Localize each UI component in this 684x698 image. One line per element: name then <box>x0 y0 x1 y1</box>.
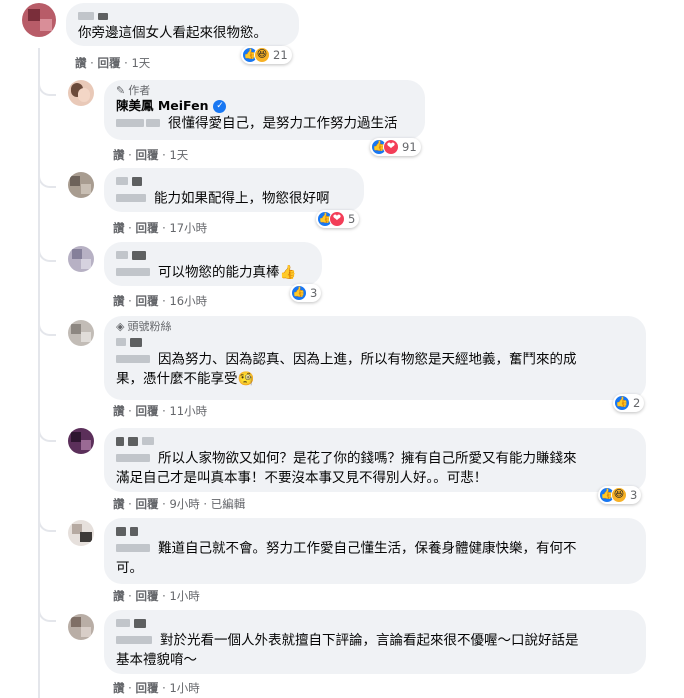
comment-text: 難道自己就不會。努力工作愛自己懂生活，保養身體健康快樂，有何不 <box>158 540 577 557</box>
like-button[interactable]: 讚 <box>113 589 125 603</box>
comment-bubble: 你旁邊這個女人看起來很物慾。 <box>66 3 299 46</box>
comment-text: 因為努力、因為認真、因為上進，所以有物慾是天經地義，奮鬥來的成 <box>158 351 577 368</box>
timestamp[interactable]: 9小時 <box>169 497 199 511</box>
timestamp[interactable]: 16小時 <box>169 294 207 308</box>
like-button[interactable]: 讚 <box>113 404 125 418</box>
reaction-summary[interactable]: 👍 2 <box>613 394 645 412</box>
comment-author[interactable] <box>116 433 634 449</box>
avatar[interactable] <box>68 246 94 272</box>
comment-author[interactable]: 陳美鳳 MeiFen ✓ <box>116 98 413 114</box>
like-button[interactable]: 讚 <box>113 294 125 308</box>
reaction-summary[interactable]: 👍 😆 3 <box>598 486 642 504</box>
comment-author[interactable] <box>116 173 352 189</box>
comment-bubble: 難道自己就不會。努力工作愛自己懂生活，保養身體健康快樂，有何不 可。 <box>104 518 646 584</box>
comment-actions: 讚 · 回覆 · 1小時 <box>113 681 200 695</box>
reaction-count: 2 <box>633 396 641 410</box>
reply-button[interactable]: 回覆 <box>135 589 158 603</box>
thread-connector <box>38 314 56 336</box>
love-icon: ❤ <box>383 139 399 155</box>
edited-label: 已編輯 <box>210 497 246 511</box>
comment-actions: 讚 · 回覆 · 1天 <box>75 56 151 70</box>
comment-author[interactable] <box>116 523 634 539</box>
comment-actions: 讚 · 回覆 · 16小時 <box>113 294 208 308</box>
like-icon: 👍 <box>614 395 630 411</box>
comment-bubble: 所以人家物欲又如何？是花了你的錢嗎？擁有自己所愛又有能力賺錢來 滿足自己才是叫真… <box>104 428 646 492</box>
reply-button[interactable]: 回覆 <box>135 497 158 511</box>
avatar[interactable] <box>22 3 56 37</box>
like-button[interactable]: 讚 <box>113 148 125 162</box>
like-icon: 👍 <box>291 285 307 301</box>
verified-icon: ✓ <box>213 99 227 113</box>
thread-connector <box>38 166 56 188</box>
reaction-count: 21 <box>273 48 288 62</box>
comment-bubble: ✎ 作者 陳美鳳 MeiFen ✓ 很懂得愛自己，是努力工作努力過生活 <box>104 80 425 140</box>
reply-button[interactable]: 回覆 <box>135 294 158 308</box>
reaction-count: 5 <box>348 212 356 226</box>
comment-text: 很懂得愛自己，是努力工作努力過生活 <box>168 115 398 132</box>
comment-actions: 讚 · 回覆 · 1天 <box>113 148 189 162</box>
avatar[interactable] <box>68 428 94 454</box>
comment-actions: 讚 · 回覆 · 17小時 <box>113 221 208 235</box>
reaction-count: 91 <box>402 140 417 154</box>
comment-text: 所以人家物欲又如何？是花了你的錢嗎？擁有自己所愛又有能力賺錢來 <box>158 450 577 467</box>
reaction-count: 3 <box>310 286 318 300</box>
comment-text: 你旁邊這個女人看起來很物慾。 <box>78 25 267 41</box>
comment-author[interactable] <box>116 247 310 263</box>
haha-icon: 😆 <box>254 47 270 63</box>
thread-connector <box>38 420 56 442</box>
reply-button[interactable]: 回覆 <box>135 148 158 162</box>
comment-actions: 讚 · 回覆 · 9小時 · 已編輯 <box>113 497 246 511</box>
comment-text: 滿足自己才是叫真本事！不要沒本事又見不得別人好。。可悲！ <box>116 469 488 486</box>
comment-text: 基本禮貌唷～ <box>116 651 197 668</box>
avatar[interactable] <box>68 172 94 198</box>
author-badge: ✎ 作者 <box>116 84 151 97</box>
comment-actions: 讚 · 回覆 · 1小時 <box>113 589 200 603</box>
thread-connector <box>38 74 56 96</box>
reaction-count: 3 <box>630 488 638 502</box>
timestamp[interactable]: 1天 <box>169 148 188 162</box>
comment-actions: 讚 · 回覆 · 11小時 <box>113 404 208 418</box>
comment-text: 果，憑什麼不能享受🧐 <box>116 370 255 387</box>
comment-author[interactable] <box>116 615 634 631</box>
reaction-summary[interactable]: 👍 ❤ 5 <box>316 210 360 228</box>
reply-button[interactable]: 回覆 <box>135 681 158 695</box>
haha-icon: 😆 <box>611 487 627 503</box>
comment-author[interactable] <box>78 8 287 24</box>
like-button[interactable]: 讚 <box>113 681 125 695</box>
reply-button[interactable]: 回覆 <box>97 56 120 70</box>
reply-button[interactable]: 回覆 <box>135 221 158 235</box>
timestamp[interactable]: 1天 <box>131 56 150 70</box>
comment-text: 對於光看一個人外表就擅自下評論，言論看起來很不優喔～口說好話是 <box>160 632 579 649</box>
like-button[interactable]: 讚 <box>113 221 125 235</box>
comment-author[interactable] <box>116 334 634 350</box>
comment-bubble: 可以物慾的能力真棒👍 <box>104 242 322 286</box>
avatar[interactable] <box>68 80 94 106</box>
timestamp[interactable]: 17小時 <box>169 221 207 235</box>
comment-bubble: 對於光看一個人外表就擅自下評論，言論看起來很不優喔～口說好話是 基本禮貌唷～ <box>104 610 646 674</box>
top-fan-badge: ◈ 頭號粉絲 <box>116 320 172 333</box>
timestamp[interactable]: 1小時 <box>169 681 199 695</box>
reaction-summary[interactable]: 👍 ❤ 91 <box>370 138 421 156</box>
reaction-summary[interactable]: 👍 😆 21 <box>241 46 292 64</box>
comment-bubble: 能力如果配得上，物慾很好啊 <box>104 168 364 212</box>
avatar[interactable] <box>68 614 94 640</box>
timestamp[interactable]: 1小時 <box>169 589 199 603</box>
timestamp[interactable]: 11小時 <box>169 404 207 418</box>
reply-button[interactable]: 回覆 <box>135 404 158 418</box>
comment-text: 能力如果配得上，物慾很好啊 <box>154 190 330 207</box>
thread-connector <box>38 600 56 622</box>
like-button[interactable]: 讚 <box>113 497 125 511</box>
avatar[interactable] <box>68 320 94 346</box>
comment-bubble: ◈ 頭號粉絲 因為努力、因為認真、因為上進，所以有物慾是天經地義，奮鬥來的成 果，… <box>104 316 646 400</box>
pencil-icon: ✎ <box>116 84 126 97</box>
love-icon: ❤ <box>329 211 345 227</box>
like-button[interactable]: 讚 <box>75 56 87 70</box>
thread-connector <box>38 510 56 532</box>
thread-connector <box>38 240 56 262</box>
comment-text: 可。 <box>116 559 143 576</box>
diamond-icon: ◈ <box>116 320 125 333</box>
comment-text: 可以物慾的能力真棒👍 <box>158 264 297 281</box>
avatar[interactable] <box>68 520 94 546</box>
reaction-summary[interactable]: 👍 3 <box>290 284 322 302</box>
